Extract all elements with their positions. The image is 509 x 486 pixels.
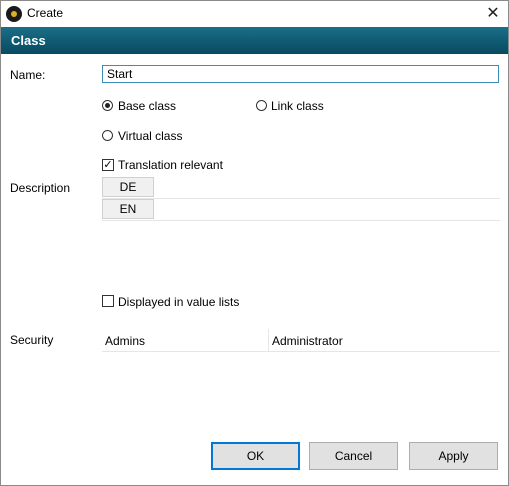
link-class-radio[interactable] xyxy=(256,100,267,111)
translation-relevant-checkbox[interactable]: ✓ xyxy=(102,159,114,171)
close-button[interactable]: ✕ xyxy=(478,1,508,27)
app-icon xyxy=(6,6,22,22)
description-label: Description xyxy=(10,181,71,195)
window-title: Create xyxy=(27,6,64,20)
security-divider xyxy=(268,329,269,351)
security-group-cell[interactable]: Admins xyxy=(105,334,145,348)
security-table: Admins Administrator xyxy=(102,329,500,352)
name-input[interactable]: Start xyxy=(102,65,499,83)
ok-button[interactable]: OK xyxy=(211,442,300,470)
description-row-en: EN xyxy=(102,199,500,221)
security-user-cell[interactable]: Administrator xyxy=(272,334,343,348)
lang-code-en: EN xyxy=(102,199,154,219)
apply-button[interactable]: Apply xyxy=(409,442,498,470)
create-dialog: Create ✕ Class Name: Start Base class Li… xyxy=(0,0,509,486)
lang-code-de: DE xyxy=(102,177,154,197)
translation-relevant-label[interactable]: Translation relevant xyxy=(118,158,223,172)
name-label: Name: xyxy=(10,68,46,82)
section-banner: Class xyxy=(1,27,508,54)
virtual-class-label[interactable]: Virtual class xyxy=(118,129,182,143)
security-label: Security xyxy=(10,333,54,347)
description-table: DE EN xyxy=(102,177,500,221)
title-bar: Create ✕ xyxy=(1,1,508,27)
base-class-label[interactable]: Base class xyxy=(118,99,176,113)
displayed-in-value-lists-label[interactable]: Displayed in value lists xyxy=(118,295,239,309)
base-class-radio[interactable] xyxy=(102,100,113,111)
cancel-button[interactable]: Cancel xyxy=(309,442,398,470)
description-de-input[interactable] xyxy=(155,177,500,197)
displayed-in-value-lists-checkbox[interactable] xyxy=(102,295,114,307)
description-row-de: DE xyxy=(102,177,500,199)
banner-title: Class xyxy=(11,33,46,48)
description-en-input[interactable] xyxy=(155,199,500,219)
link-class-label[interactable]: Link class xyxy=(271,99,324,113)
virtual-class-radio[interactable] xyxy=(102,130,113,141)
